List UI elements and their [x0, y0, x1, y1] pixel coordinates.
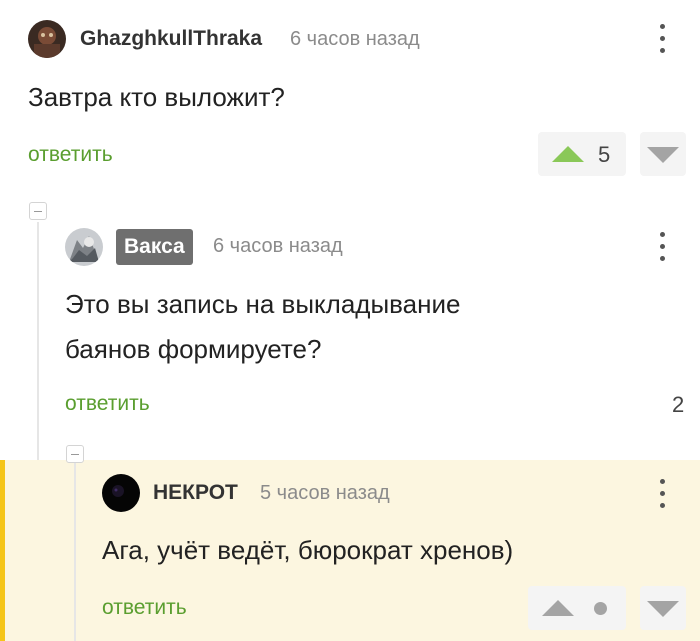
comment-text: Ага, учёт ведёт, бюрократ хренов) — [102, 535, 514, 565]
minus-square-icon[interactable] — [66, 445, 84, 463]
timestamp[interactable]: 5 часов назад — [260, 482, 390, 505]
comment-3: НЕКРОТ 5 часов назад Ага, учёт ведёт, бю… — [100, 460, 700, 641]
comment-2: Вакса 6 часов назад Это вы запись на вык… — [60, 220, 700, 450]
rating-count: 2 — [672, 392, 685, 417]
reply-link[interactable]: ответить — [65, 392, 150, 416]
comment-text-line-1: Это вы запись на выкладывание — [65, 289, 461, 319]
rating-count: 5 — [598, 142, 611, 167]
avatar-image — [65, 228, 103, 266]
comment-1: GhazghkullThraka 6 часов назад Завтра кт… — [0, 0, 700, 190]
arrow-down-icon[interactable] — [647, 147, 679, 163]
arrow-down-icon[interactable] — [647, 601, 679, 617]
downvote-box[interactable] — [640, 132, 686, 176]
more-vertical-icon[interactable] — [652, 232, 672, 266]
downvote-box[interactable] — [640, 586, 686, 630]
timestamp[interactable]: 6 часов назад — [290, 28, 420, 51]
username[interactable]: НЕКРОТ — [153, 481, 238, 505]
avatar[interactable] — [65, 228, 103, 266]
new-comment-indicator — [0, 460, 5, 641]
avatar-image — [102, 474, 140, 512]
comment-text: Завтра кто выложит? — [28, 82, 285, 112]
avatar[interactable] — [28, 20, 66, 58]
arrow-up-icon[interactable] — [552, 146, 584, 162]
avatar[interactable] — [102, 474, 140, 512]
thread-line — [74, 463, 76, 641]
timestamp[interactable]: 6 часов назад — [213, 235, 343, 258]
vote-box: 5 — [538, 132, 626, 176]
comment-text-line-2: баянов формируете? — [65, 334, 322, 364]
more-vertical-icon[interactable] — [652, 24, 672, 58]
avatar-image — [28, 20, 66, 58]
reply-link[interactable]: ответить — [28, 143, 113, 167]
username[interactable]: GhazghkullThraka — [80, 27, 262, 51]
more-vertical-icon[interactable] — [652, 479, 672, 513]
minus-square-icon[interactable] — [29, 202, 47, 220]
reply-link[interactable]: ответить — [102, 596, 187, 620]
rating-hidden-dot — [594, 602, 607, 615]
arrow-up-icon[interactable] — [542, 600, 574, 616]
username-badge[interactable]: Вакса — [116, 229, 193, 265]
vote-box — [528, 586, 626, 630]
